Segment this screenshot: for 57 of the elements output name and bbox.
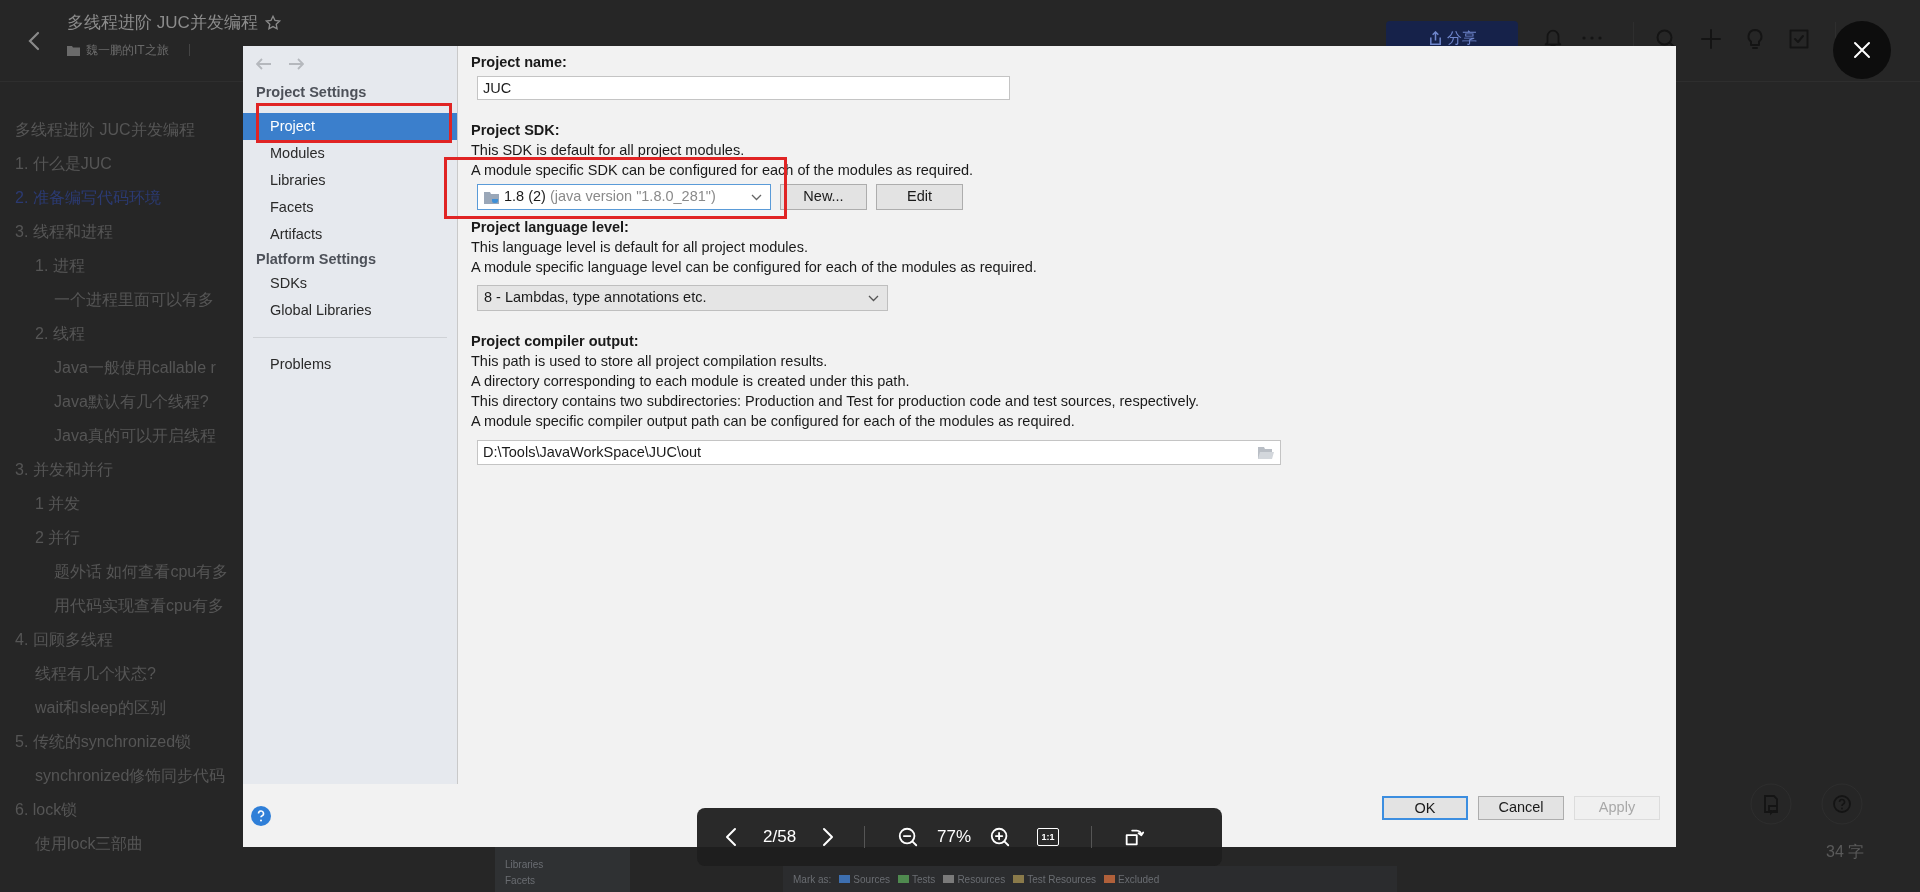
description-text: A directory corresponding to each module is created under this path. [471, 372, 911, 391]
project-name-field[interactable]: JUC [477, 76, 1010, 100]
field-label: Project compiler output: [471, 332, 640, 351]
description-text: This path is used to store all project compilation results. [471, 352, 829, 371]
page-counter: 2/58 [763, 826, 797, 849]
folder-type-label: Excluded [1118, 872, 1160, 887]
sidebar-item[interactable]: Modules [243, 140, 457, 167]
chevron-down-icon [751, 193, 762, 201]
next-icon[interactable] [822, 827, 835, 847]
bell-icon[interactable] [1542, 27, 1564, 49]
sidebar-item[interactable]: Libraries [243, 167, 457, 194]
sidebar-item[interactable]: Artifacts [243, 221, 457, 248]
sidebar-item[interactable]: SDKs [243, 270, 457, 297]
previous-icon[interactable] [725, 827, 737, 847]
outline-item[interactable]: 2. 准备编写代码环境 [0, 181, 243, 215]
description-text: This directory contains two subdirectories: Production and Test for production code and test sources, respectively. [471, 392, 1201, 411]
sdk-folder-icon [484, 190, 500, 204]
zoom-level: 77% [937, 826, 972, 849]
section-header: Platform Settings [255, 250, 378, 270]
sdk-action-button[interactable]: New... [780, 184, 867, 210]
sidebar-label: Libraries [505, 858, 545, 872]
sidebar-item[interactable]: Problems [243, 351, 457, 378]
description-text: A module specific compiler output path can be configured for each of the modules as required. [471, 412, 1076, 431]
mark-as-label: Mark as: [793, 872, 832, 887]
star-icon[interactable] [263, 13, 282, 32]
back-icon[interactable] [28, 30, 40, 51]
description-text: This SDK is default for all project modules. [471, 141, 746, 160]
sidebar-item[interactable]: Facets [243, 194, 457, 221]
description-text: A module specific language level can be configured for each of the modules as required. [471, 258, 1038, 277]
folder-icon [67, 44, 80, 56]
sidebar-item[interactable]: Project [243, 113, 457, 140]
chevron-down-icon [868, 294, 879, 302]
dialog-button[interactable]: OK [1382, 796, 1468, 820]
folder-type-label: Test Resources [1027, 872, 1097, 887]
close-icon[interactable] [1852, 40, 1872, 60]
field-label: Project SDK: [471, 121, 561, 140]
zoom-out-icon[interactable] [897, 826, 920, 848]
help-icon[interactable] [251, 805, 271, 826]
sidebar-item[interactable]: Global Libraries [243, 297, 457, 324]
folder-type-label: Tests [912, 872, 936, 887]
output-path-field[interactable]: D:\Tools\JavaWorkSpace\JUC\out [477, 440, 1281, 465]
note-title: 多线程进阶 JUC并发编程 [67, 11, 258, 34]
sdk-dropdown[interactable]: 1.8 (2) (java version "1.8.0_281") [477, 184, 771, 210]
close-button[interactable] [1833, 21, 1891, 79]
actual-size-button[interactable]: 1:1 [1037, 828, 1060, 846]
field-label: Project name: [471, 53, 568, 72]
zoom-in-icon[interactable] [989, 826, 1012, 848]
dialog-button[interactable]: Cancel [1478, 796, 1564, 820]
description-text: This language level is default for all project modules. [471, 238, 809, 257]
share-icon[interactable] [1427, 30, 1443, 46]
sdk-action-button[interactable]: Edit [876, 184, 963, 210]
language-level-dropdown[interactable]: 8 - Lambdas, type annotations etc. [477, 285, 888, 311]
sidebar-label: Facets [505, 874, 536, 888]
folder-type-label: Resources [957, 872, 1006, 887]
section-header: Project Settings [255, 83, 368, 103]
folder-type-label: Sources [853, 872, 891, 887]
field-label: Project language level: [471, 218, 630, 237]
